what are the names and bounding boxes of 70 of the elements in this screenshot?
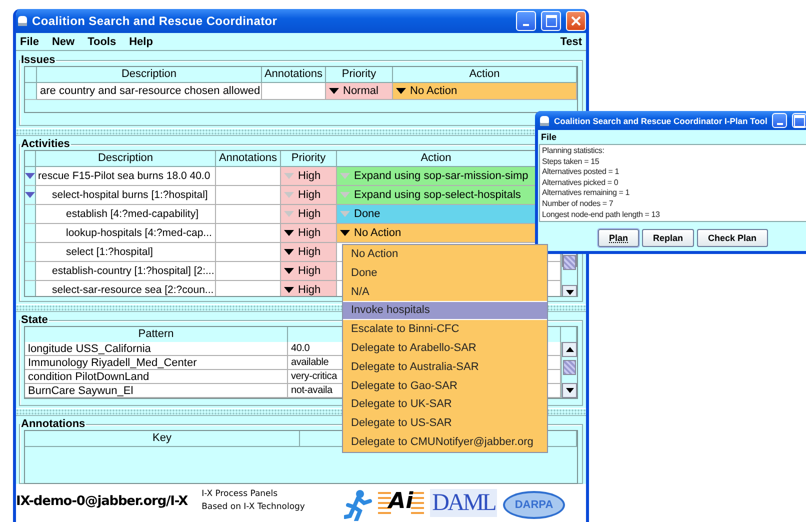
menu-option[interactable]: No Action — [343, 245, 547, 264]
menu-option[interactable]: N/A — [343, 282, 547, 302]
menu-item[interactable]: New — [52, 36, 75, 48]
action-dropdown[interactable]: No Action — [337, 224, 536, 243]
ai-logo: Ai — [378, 489, 424, 515]
plan-tool-button[interactable]: Check Plan — [697, 229, 768, 247]
action-dropdown[interactable]: No Action — [393, 83, 577, 100]
statistics-line: Number of nodes = 7 — [542, 198, 614, 210]
menu-option[interactable]: Done — [343, 264, 547, 283]
action-dropdown[interactable]: Done — [337, 205, 536, 224]
section-title: Annotations — [20, 418, 86, 430]
darpa-logo: DARPA — [502, 491, 566, 519]
priority-dropdown[interactable]: High — [281, 243, 337, 262]
table-cell: establish [4:?med-capability] — [36, 205, 216, 224]
menu-option[interactable]: Delegate to US-SAR — [343, 414, 547, 433]
plan-tool-button[interactable]: Replan — [642, 229, 694, 247]
priority-dropdown[interactable]: High — [281, 224, 337, 243]
user-address: IX-demo-0@jabber.org/I-X — [16, 494, 188, 509]
window-title: Coalition Search and Rescue Coordinator I-Plan Tool — [554, 116, 768, 126]
table-cell: lookup-hospitals [4:?med-cap... — [36, 224, 216, 243]
statistics-line: Steps taken = 15 — [542, 156, 600, 168]
column-header: Annotations — [216, 151, 281, 167]
table-cell: select [1:?hospital] — [36, 243, 216, 262]
table-cell: longitude USS_California — [25, 342, 288, 356]
statistics-line: Longest node-end path length = 13 — [542, 210, 661, 220]
section-title: Issues — [20, 54, 56, 66]
table-cell: select-sar-resource sea [2:?coun... — [36, 281, 216, 296]
menu-item[interactable]: Tools — [88, 36, 116, 48]
menu-item[interactable]: File — [20, 36, 39, 48]
table-cell: Immunology Riyadell_Med_Center — [25, 356, 288, 370]
section-title: Activities — [20, 138, 71, 150]
menu-option[interactable]: Delegate to CMUNotifyer@jabber.org — [343, 432, 547, 452]
priority-dropdown[interactable]: Normal — [326, 83, 393, 100]
menu-option[interactable]: Invoke hospitals — [343, 301, 547, 320]
footer-text: Based on I-X Technology — [202, 502, 306, 512]
column-header: Priority — [326, 67, 393, 83]
action-dropdown[interactable]: Expand using sop-sar-mission-simp — [337, 167, 536, 186]
column-header: Annotations — [262, 67, 326, 83]
column-header: Key — [25, 431, 300, 447]
priority-dropdown[interactable]: High — [281, 205, 337, 224]
table-cell: BurnCare Saywun_El — [25, 384, 288, 398]
statistics-line: Alternatives picked = 0 — [542, 178, 620, 188]
table-cell: rescue F15-Pilot sea burns 18.0 40.0 — [36, 167, 216, 186]
priority-dropdown[interactable]: High — [281, 262, 337, 281]
column-header: Description — [37, 67, 262, 83]
column-header: Description — [36, 151, 216, 167]
column-header: Priority — [281, 151, 337, 167]
daml-logo: DAML — [430, 489, 497, 517]
action-dropdown[interactable]: Expand using sop-select-hospitals — [337, 186, 536, 205]
table-cell: select-hospital burns [1:?hospital] — [36, 186, 216, 205]
statistics-line: Alternatives posted = 1 — [542, 167, 620, 178]
column-header: Action — [393, 67, 577, 83]
priority-dropdown[interactable]: High — [281, 281, 337, 296]
table-cell: establish-country [1:?hospital] [2:... — [36, 262, 216, 281]
column-header: Action — [337, 151, 536, 167]
statistics-line: Alternatives remaining = 1 — [542, 188, 631, 199]
priority-dropdown[interactable]: High — [281, 186, 337, 205]
statistics-line: Planning statistics: — [542, 146, 606, 157]
plan-tool-button[interactable]: Plan — [598, 229, 640, 247]
table-cell: are country and sar-resource chosen allowed — [37, 83, 262, 100]
menu-item[interactable]: Help — [129, 36, 153, 48]
menu-item[interactable]: File — [541, 132, 557, 142]
window-title: Coalition Search and Rescue Coordinator — [32, 14, 278, 28]
menu-option[interactable]: Escalate to Binni-CFC — [343, 320, 547, 339]
menu-item[interactable]: Test — [560, 36, 582, 48]
priority-dropdown[interactable]: High — [281, 167, 337, 186]
footer-text: I-X Process Panels — [202, 489, 279, 499]
menu-option[interactable]: Delegate to UK-SAR — [343, 395, 547, 414]
table-cell: condition PilotDownLand — [25, 370, 288, 384]
section-title: State — [20, 314, 49, 326]
